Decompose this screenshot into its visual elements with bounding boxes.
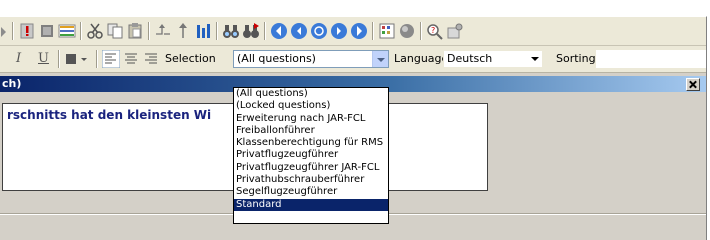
question-text: rschnitts hat den kleinsten Wi bbox=[7, 108, 212, 122]
selection-dropdown[interactable]: (All questions) bbox=[233, 50, 389, 68]
app-window: ? I U Selection (All questions) Language… bbox=[0, 0, 710, 240]
chevron-down-icon[interactable] bbox=[372, 51, 388, 67]
align-center-icon[interactable] bbox=[122, 50, 140, 68]
selection-label: Selection bbox=[165, 52, 216, 65]
up-arrow-icon[interactable] bbox=[174, 22, 192, 40]
dropdown-option[interactable]: (All questions) bbox=[234, 88, 388, 100]
paste-icon[interactable] bbox=[126, 22, 144, 40]
underline-button[interactable]: U bbox=[38, 50, 49, 68]
search-question-icon[interactable]: ? bbox=[426, 22, 444, 40]
color-picker-button[interactable] bbox=[64, 50, 90, 68]
dropdown-option[interactable]: Klassenberechtigung für RMS bbox=[234, 137, 388, 149]
window-title: ch) bbox=[2, 77, 22, 90]
dropdown-option-selected[interactable]: Standard bbox=[234, 198, 388, 211]
dropdown-option[interactable]: Privatflugzeugführer JAR-FCL bbox=[234, 162, 388, 174]
svg-text:?: ? bbox=[431, 26, 435, 35]
dropdown-option[interactable]: Privathubschrauberführer bbox=[234, 174, 388, 186]
first-icon[interactable] bbox=[270, 22, 288, 40]
exclamation-icon[interactable] bbox=[18, 22, 36, 40]
toolbar-separator bbox=[264, 22, 266, 40]
language-label: Language bbox=[394, 52, 449, 65]
dropdown-option[interactable]: Freiballonführer bbox=[234, 125, 388, 137]
next-icon[interactable] bbox=[330, 22, 348, 40]
sphere-icon[interactable] bbox=[398, 22, 416, 40]
refresh-icon[interactable] bbox=[310, 22, 328, 40]
language-value: Deutsch bbox=[447, 52, 493, 65]
selection-dropdown-list: (All questions) (Locked questions) Erwei… bbox=[233, 87, 389, 224]
toolbar-separator bbox=[58, 50, 60, 68]
dropdown-option[interactable]: Erweiterung nach JAR-FCL bbox=[234, 113, 388, 125]
cut-icon[interactable] bbox=[86, 22, 104, 40]
toolbar-separator bbox=[12, 22, 14, 40]
last-icon[interactable] bbox=[350, 22, 368, 40]
toolbar-separator bbox=[420, 22, 422, 40]
copy-icon[interactable] bbox=[106, 22, 124, 40]
italic-button[interactable]: I bbox=[16, 50, 21, 68]
arrow-icon[interactable] bbox=[0, 23, 8, 41]
toolbar-separator bbox=[80, 22, 82, 40]
dropdown-option[interactable]: Segelflugzeugführer bbox=[234, 186, 388, 198]
bar-chart-icon[interactable] bbox=[194, 22, 212, 40]
language-dropdown[interactable]: Deutsch bbox=[443, 50, 543, 68]
toolbar-separator bbox=[96, 50, 98, 68]
prev-icon[interactable] bbox=[290, 22, 308, 40]
grid-icon[interactable] bbox=[378, 22, 396, 40]
align-right-icon[interactable] bbox=[142, 50, 160, 68]
sorting-label: Sorting bbox=[556, 52, 596, 65]
close-icon[interactable] bbox=[686, 78, 700, 91]
toolbar-separator bbox=[148, 22, 150, 40]
dropdown-option[interactable]: Privatflugzeugführer bbox=[234, 149, 388, 161]
binoculars-icon[interactable] bbox=[222, 22, 240, 40]
sorting-dropdown[interactable] bbox=[596, 50, 706, 68]
stop-icon[interactable] bbox=[38, 22, 56, 40]
move-icon[interactable] bbox=[154, 22, 172, 40]
binoculars-next-icon[interactable] bbox=[242, 22, 260, 40]
chevron-down-icon[interactable] bbox=[531, 57, 539, 61]
toolbar-separator bbox=[216, 22, 218, 40]
settings-icon[interactable] bbox=[446, 22, 464, 40]
main-toolbar: ? bbox=[0, 17, 706, 46]
align-left-icon[interactable] bbox=[102, 50, 120, 68]
list-icon[interactable] bbox=[58, 22, 76, 40]
dropdown-option[interactable]: (Locked questions) bbox=[234, 100, 388, 112]
format-toolbar: I U Selection (All questions) Language D… bbox=[0, 46, 706, 73]
selection-value: (All questions) bbox=[237, 52, 316, 65]
toolbar-separator bbox=[372, 22, 374, 40]
